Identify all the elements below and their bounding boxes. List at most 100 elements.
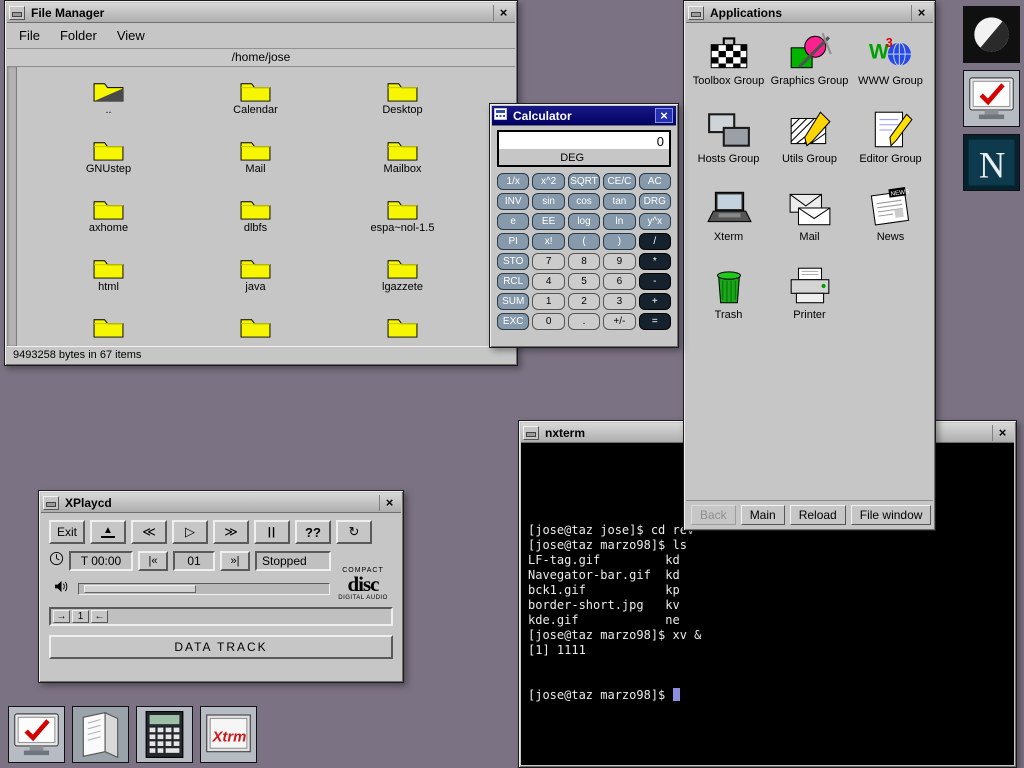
calc-key[interactable]: DRG (639, 193, 671, 210)
strip-left-arrow[interactable]: → (53, 610, 70, 623)
folder-item[interactable]: html (54, 254, 164, 304)
calc-key[interactable]: 2 (568, 293, 600, 310)
calc-key[interactable]: 0 (532, 313, 564, 330)
application-item[interactable]: Utils Group (769, 109, 850, 165)
application-item[interactable]: Graphics Group (769, 31, 850, 87)
folder-item[interactable]: Mail (201, 136, 311, 186)
display-settings-dock-button[interactable] (963, 70, 1020, 127)
close-icon[interactable]: × (992, 425, 1012, 441)
application-item[interactable]: Xterm (688, 187, 769, 243)
calc-key[interactable]: y^x (639, 213, 671, 230)
calc-key[interactable]: ( (568, 233, 600, 250)
fast-forward-button[interactable]: ≫ (213, 520, 249, 544)
next-track-button[interactable]: »| (220, 551, 250, 571)
folder-item[interactable] (54, 313, 164, 346)
application-item[interactable]: Trash (688, 265, 769, 321)
repeat-button[interactable]: ↻ (336, 520, 372, 544)
calc-key[interactable]: 1 (532, 293, 564, 310)
vertical-scrollbar[interactable] (7, 67, 17, 346)
pause-button[interactable]: || (254, 520, 290, 544)
calc-key[interactable]: . (568, 313, 600, 330)
calc-key[interactable]: 5 (568, 273, 600, 290)
strip-track-number[interactable]: 1 (72, 610, 89, 623)
xplaycd-titlebar[interactable]: XPlaycd × (41, 493, 401, 513)
calc-key[interactable]: ) (603, 233, 635, 250)
close-icon[interactable]: × (911, 5, 931, 21)
folder-item[interactable]: .. (54, 77, 164, 127)
shuffle-button[interactable]: ?? (295, 520, 331, 544)
file-manager-titlebar[interactable]: File Manager × (7, 3, 515, 23)
application-item[interactable]: Editor Group (850, 109, 931, 165)
play-button[interactable]: ▷ (172, 520, 208, 544)
calc-key[interactable]: 3 (603, 293, 635, 310)
calc-key[interactable]: / (639, 233, 671, 250)
calculator-dock-button[interactable] (136, 706, 193, 763)
calc-key[interactable]: SUM (497, 293, 529, 310)
calc-key[interactable]: 4 (532, 273, 564, 290)
calc-key[interactable]: x! (532, 233, 564, 250)
calc-key[interactable]: - (639, 273, 671, 290)
track-strip[interactable]: → 1 ← (49, 607, 393, 626)
calc-key[interactable]: x^2 (532, 173, 564, 190)
netscape-dock-button[interactable]: N (963, 134, 1020, 191)
window-menu-button[interactable] (9, 6, 25, 20)
previous-track-button[interactable]: |« (138, 551, 168, 571)
calc-key[interactable]: AC (639, 173, 671, 190)
application-item[interactable]: Toolbox Group (688, 31, 769, 87)
eject-button[interactable]: ▲ (90, 520, 126, 544)
calc-key[interactable]: PI (497, 233, 529, 250)
application-item[interactable]: NEWS News (850, 187, 931, 243)
folder-item[interactable]: dlbfs (201, 195, 311, 245)
volume-slider-thumb[interactable] (84, 585, 196, 593)
calc-key[interactable]: cos (568, 193, 600, 210)
folder-item[interactable]: lgazzete (348, 254, 458, 304)
application-item[interactable]: Hosts Group (688, 109, 769, 165)
application-item[interactable]: Mail (769, 187, 850, 243)
folder-item[interactable]: Calendar (201, 77, 311, 127)
folder-item[interactable] (348, 313, 458, 346)
calc-key[interactable]: 8 (568, 253, 600, 270)
book-dock-button[interactable] (72, 706, 129, 763)
application-item[interactable]: W3 WWW Group (850, 31, 931, 87)
rewind-button[interactable]: ≪ (131, 520, 167, 544)
calc-key[interactable]: RCL (497, 273, 529, 290)
folder-item[interactable]: espa~nol-1.5 (348, 195, 458, 245)
display-settings-dock-button[interactable] (8, 706, 65, 763)
calc-key[interactable]: 1/x (497, 173, 529, 190)
calc-key[interactable]: ln (603, 213, 635, 230)
exit-button[interactable]: Exit (49, 520, 85, 544)
data-track-bar[interactable]: DATA TRACK (49, 635, 393, 659)
calc-key[interactable]: log (568, 213, 600, 230)
menu-view[interactable]: View (117, 28, 145, 43)
folder-item[interactable]: Desktop (348, 77, 458, 127)
calc-key[interactable]: CE/C (603, 173, 635, 190)
volume-slider[interactable] (78, 583, 330, 595)
folder-item[interactable]: axhome (54, 195, 164, 245)
calc-key[interactable]: + (639, 293, 671, 310)
calculator-titlebar[interactable]: Calculator × (492, 106, 676, 126)
window-menu-button[interactable] (688, 6, 704, 20)
calc-key[interactable]: SQRT (568, 173, 600, 190)
applications-titlebar[interactable]: Applications × (686, 3, 933, 23)
close-icon[interactable]: × (655, 108, 673, 123)
strip-right-arrow[interactable]: ← (91, 610, 108, 623)
application-item[interactable]: Printer (769, 265, 850, 321)
calc-key[interactable]: INV (497, 193, 529, 210)
calc-key[interactable]: tan (603, 193, 635, 210)
calc-key[interactable]: 9 (603, 253, 635, 270)
menu-file[interactable]: File (19, 28, 40, 43)
windowmaker-dock-button[interactable] (963, 6, 1020, 63)
xterm-dock-button[interactable]: Xtrm (200, 706, 257, 763)
toolbar-button[interactable]: Main (741, 505, 785, 525)
calc-key[interactable]: EE (532, 213, 564, 230)
calc-key[interactable]: = (639, 313, 671, 330)
toolbar-button[interactable]: Reload (790, 505, 846, 525)
folder-item[interactable]: GNUstep (54, 136, 164, 186)
calc-key[interactable]: 7 (532, 253, 564, 270)
calc-key[interactable]: 6 (603, 273, 635, 290)
calc-key[interactable]: STO (497, 253, 529, 270)
calc-key[interactable]: EXC (497, 313, 529, 330)
menu-folder[interactable]: Folder (60, 28, 97, 43)
close-icon[interactable]: × (379, 495, 399, 511)
calc-key[interactable]: e (497, 213, 529, 230)
